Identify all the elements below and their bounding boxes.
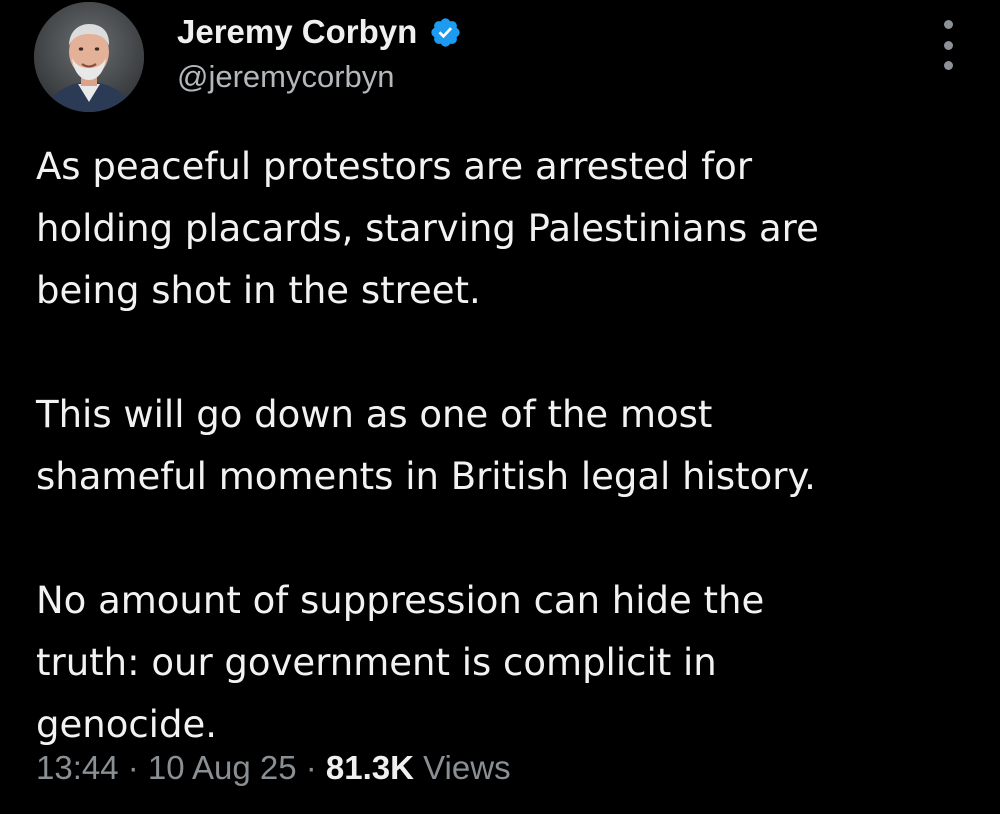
tweet-line: holding placards, starving Palestinians … [36, 207, 819, 250]
tweet-paragraph: This will go down as one of the most sha… [36, 384, 986, 508]
author-name[interactable]: Jeremy Corbyn [177, 12, 462, 52]
tweet-line: This will go down as one of the most [36, 393, 713, 436]
views-label[interactable]: Views [414, 749, 510, 786]
tweet-paragraph: As peaceful protestors are arrested for … [36, 136, 986, 322]
profile-photo-icon [34, 2, 144, 112]
tweet-text: As peaceful protestors are arrested for … [36, 136, 986, 756]
tweet-line: shameful moments in British legal histor… [36, 455, 816, 498]
tweet-paragraph: No amount of suppression can hide the tr… [36, 570, 986, 756]
tweet-line: being shot in the street. [36, 269, 481, 312]
more-options-icon[interactable] [938, 20, 958, 70]
tweet-line: As peaceful protestors are arrested for [36, 145, 753, 188]
tweet-date[interactable]: 10 Aug 25 [148, 749, 297, 786]
avatar[interactable] [34, 2, 144, 112]
tweet-time[interactable]: 13:44 [36, 749, 119, 786]
tweet-meta: 13:44 · 10 Aug 25 · 81.3K Views [36, 746, 511, 790]
more-dot [943, 61, 953, 70]
more-dot [943, 40, 953, 50]
views-count[interactable]: 81.3K [326, 749, 414, 786]
author-name-text[interactable]: Jeremy Corbyn [177, 12, 417, 52]
tweet-line: No amount of suppression can hide the [36, 579, 765, 622]
tweet: Jeremy Corbyn @jeremycorbyn As peaceful … [0, 0, 1000, 814]
verified-badge-icon [431, 17, 460, 47]
meta-separator: · [118, 749, 148, 786]
author-handle[interactable]: @jeremycorbyn [177, 57, 395, 97]
meta-separator: · [296, 749, 326, 786]
more-dot [943, 20, 953, 29]
tweet-line: truth: our government is complicit in [36, 641, 717, 684]
